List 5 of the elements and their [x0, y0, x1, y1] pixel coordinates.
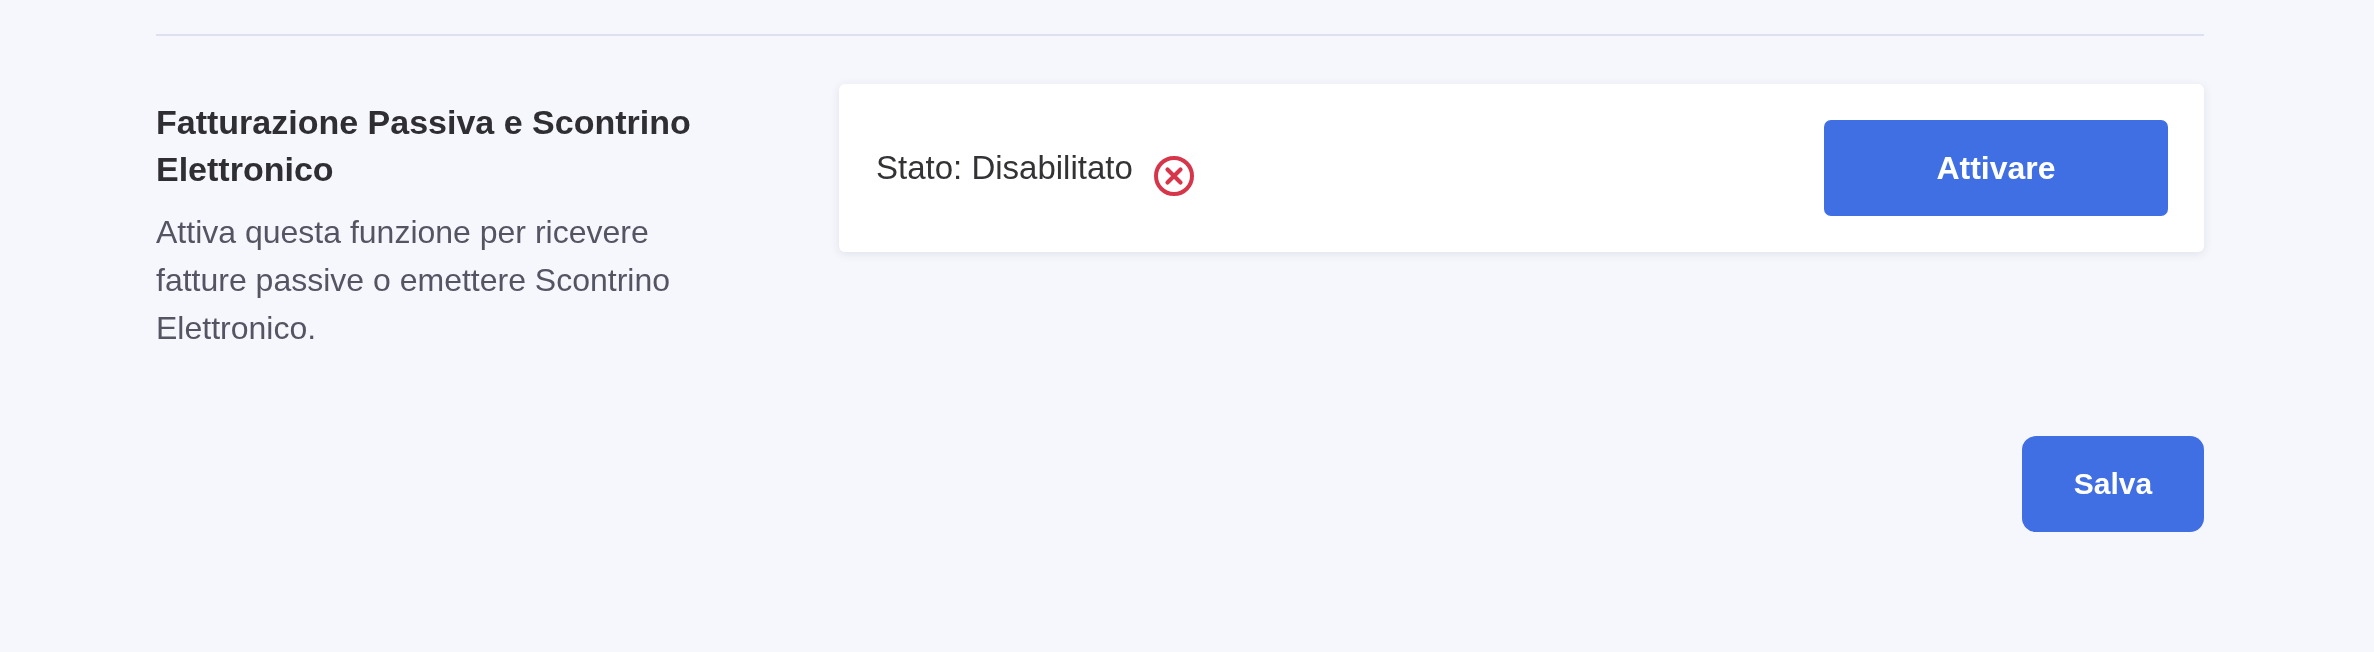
status-label: Stato: Disabilitato	[876, 149, 1133, 187]
save-button[interactable]: Salva	[2022, 436, 2204, 532]
section-description: Attiva questa funzione per ricevere fatture passive o emettere Scontrino Elettronico.	[156, 213, 672, 348]
activate-button[interactable]: Attivare	[1824, 120, 2168, 216]
section-title: Fatturazione Passiva e Scontrino Elettronico	[156, 102, 692, 190]
